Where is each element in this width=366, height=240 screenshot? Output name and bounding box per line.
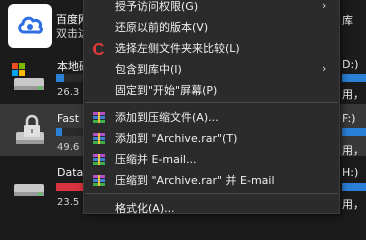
compare-icon xyxy=(92,41,106,55)
menu-item-label: 压缩并 E-mail... xyxy=(115,152,197,166)
hard-drive-icon xyxy=(8,58,48,98)
menu-item-pin-to-start[interactable]: 固定到"开始"屏幕(P) xyxy=(84,79,339,100)
hard-drive-icon xyxy=(8,164,48,204)
drive-usage-bar-right xyxy=(342,128,366,136)
menu-item-label: 添加到压缩文件(A)... xyxy=(115,110,219,124)
menu-separator xyxy=(85,193,338,194)
winrar-icon xyxy=(92,131,106,145)
right-drive-letter: D:) xyxy=(342,58,359,71)
drive-usage-bar-right xyxy=(342,183,366,191)
menu-item-add-to-archive-rar[interactable]: 添加到 "Archive.rar"(T) xyxy=(84,127,339,148)
right-drive-size: 用， xyxy=(342,198,364,211)
menu-item-label: 固定到"开始"屏幕(P) xyxy=(115,83,218,97)
menu-item-compare-left[interactable]: 选择左侧文件夹来比较(L) xyxy=(84,37,339,58)
submenu-arrow-icon: › xyxy=(322,0,327,12)
right-drive-letter: F:) xyxy=(342,112,356,125)
drive-size: 26.3 xyxy=(57,87,80,98)
right-column-text: 库 xyxy=(342,14,353,27)
drive-usage-fill xyxy=(56,74,64,82)
menu-item-label: 选择左侧文件夹来比较(L) xyxy=(115,41,240,55)
menu-item-restore-previous[interactable]: 还原以前的版本(V) xyxy=(84,16,339,37)
menu-item-compress-to-rar-and-email[interactable]: 压缩到 "Archive.rar" 并 E-mail xyxy=(84,169,339,190)
drive-size: 49.6 xyxy=(57,142,80,153)
drive-usage-bar-right xyxy=(342,74,366,82)
menu-item-format[interactable]: 格式化(A)... xyxy=(84,197,339,218)
right-drive-letter: H:) xyxy=(342,166,359,179)
baidu-cloud-icon xyxy=(18,16,43,34)
locked-drive-icon xyxy=(8,110,48,150)
drive-size: 23.5 xyxy=(57,197,80,208)
menu-item-compress-and-email[interactable]: 压缩并 E-mail... xyxy=(84,148,339,169)
baidu-netdisk-tile[interactable] xyxy=(8,4,52,48)
submenu-arrow-icon: › xyxy=(322,62,327,75)
menu-item-add-to-archive[interactable]: 添加到压缩文件(A)... xyxy=(84,106,339,127)
menu-item-label: 还原以前的版本(V) xyxy=(115,20,209,34)
drive-label: Fast I xyxy=(57,112,86,125)
menu-item-label: 压缩到 "Archive.rar" 并 E-mail xyxy=(115,173,275,187)
menu-item-label: 授予访问权限(G) xyxy=(115,0,199,13)
right-drive-size: 用， xyxy=(342,88,364,101)
menu-item-include-in-library[interactable]: 包含到库中(I) › xyxy=(84,58,339,79)
menu-item-label: 格式化(A)... xyxy=(115,201,175,215)
context-menu: 授予访问权限(G) › 还原以前的版本(V) 选择左侧文件夹来比较(L) 包含到… xyxy=(83,0,340,215)
menu-item-label: 包含到库中(I) xyxy=(115,62,182,76)
winrar-icon xyxy=(92,152,106,166)
right-drive-size: 用， xyxy=(342,144,364,157)
menu-separator xyxy=(85,102,338,103)
menu-item-grant-access[interactable]: 授予访问权限(G) › xyxy=(84,0,339,16)
drive-usage-fill xyxy=(56,128,63,136)
winrar-icon xyxy=(92,110,106,124)
menu-item-label: 添加到 "Archive.rar"(T) xyxy=(115,131,238,145)
winrar-icon xyxy=(92,173,106,187)
